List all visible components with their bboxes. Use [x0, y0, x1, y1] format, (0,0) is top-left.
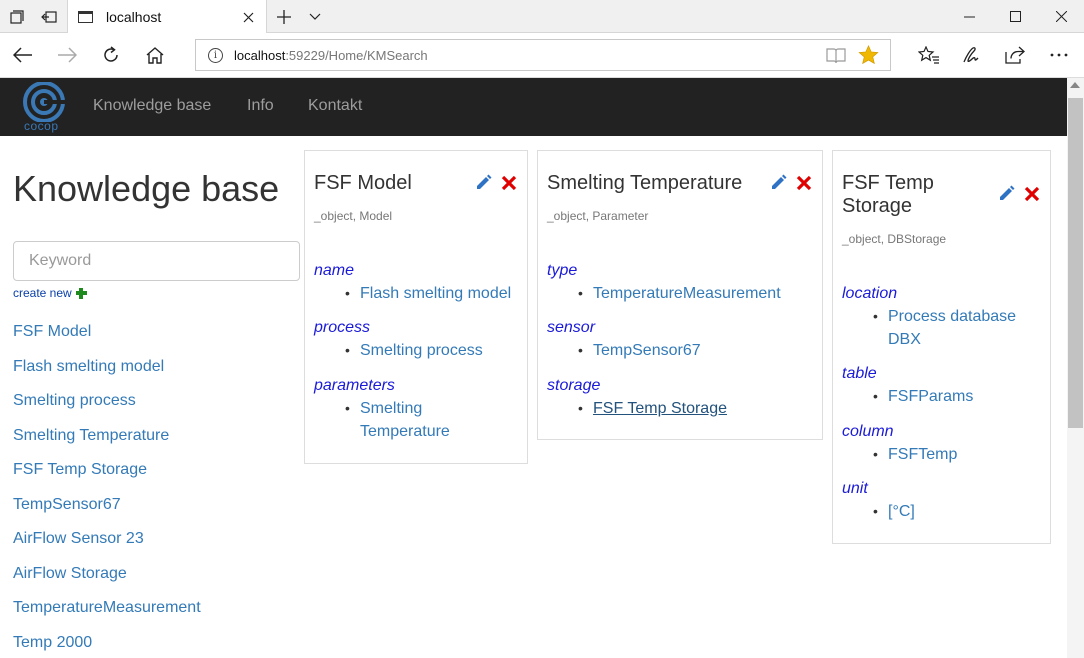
property-value-link[interactable]: FSFParams	[888, 385, 1038, 408]
favorite-star-icon[interactable]	[858, 45, 879, 70]
plus-icon[interactable]	[75, 287, 87, 299]
bullet: •	[345, 342, 350, 358]
bullet: •	[873, 388, 878, 404]
bullet: •	[578, 285, 583, 301]
list-item[interactable]: AirFlow Sensor 23	[13, 529, 201, 564]
property-key: unit	[842, 480, 868, 497]
card-title: Smelting Temperature	[547, 172, 743, 194]
address-bar[interactable]: i localhost:59229/Home/KMSearch	[195, 39, 891, 71]
object-card-fsf-temp-storage: FSF Temp Storage _object, DBStorage loca…	[832, 150, 1051, 544]
property-value-link[interactable]: FSF Temp Storage	[593, 397, 818, 420]
refresh-icon[interactable]	[94, 38, 128, 72]
card-meta: _object, Parameter	[547, 209, 649, 223]
create-new-label: create new	[13, 286, 72, 300]
home-icon[interactable]	[138, 38, 172, 72]
pencil-edit-icon[interactable]	[475, 173, 493, 191]
property-key: location	[842, 285, 898, 302]
tab-title: localhost	[106, 9, 162, 25]
list-item[interactable]: TempSensor67	[13, 495, 201, 530]
property-value-link[interactable]: Process database DBX	[888, 305, 1028, 351]
property-value-link[interactable]: TempSensor67	[593, 339, 818, 362]
nav-info[interactable]: Info	[247, 97, 274, 115]
bullet: •	[345, 285, 350, 301]
tab-localhost[interactable]: localhost	[67, 0, 267, 34]
site-navbar: cocop Knowledge base Info Kontakt	[0, 78, 1067, 136]
pencil-edit-icon[interactable]	[998, 184, 1016, 202]
property-key: storage	[547, 377, 601, 394]
set-tabs-aside-icon[interactable]	[32, 0, 66, 33]
card-meta: _object, DBStorage	[842, 232, 947, 246]
list-item[interactable]: FSF Model	[13, 322, 201, 357]
property-key: parameters	[314, 377, 395, 394]
property-value-link[interactable]: TemperatureMeasurement	[593, 282, 818, 305]
tab-list-icon[interactable]	[0, 0, 34, 33]
bullet: •	[873, 446, 878, 462]
logo-text: cocop	[24, 119, 59, 133]
create-new-link[interactable]: create new	[13, 286, 87, 300]
bullet: •	[345, 400, 350, 416]
property-key: type	[547, 262, 578, 279]
minimize-icon[interactable]	[946, 0, 992, 33]
property-key: process	[314, 319, 371, 336]
property-key: column	[842, 423, 894, 440]
site-info-icon[interactable]: i	[208, 48, 223, 63]
bullet: •	[578, 400, 583, 416]
object-card-fsf-model: FSF Model _object, Model name • Flash sm…	[304, 150, 528, 464]
bullet: •	[873, 308, 878, 324]
browser-toolbar: i localhost:59229/Home/KMSearch	[0, 33, 1084, 78]
bullet: •	[873, 503, 878, 519]
property-value-link[interactable]: [°C]	[888, 500, 1038, 523]
property-key: sensor	[547, 319, 596, 336]
delete-x-icon[interactable]	[796, 175, 812, 191]
knowledge-base-list: FSF Model Flash smelting model Smelting …	[13, 322, 201, 658]
property-value-link[interactable]: Smelting process	[360, 339, 525, 362]
reading-view-icon[interactable]	[826, 47, 846, 69]
property-value-link[interactable]: Flash smelting model	[360, 282, 525, 305]
window-close-icon[interactable]	[1038, 0, 1084, 33]
object-card-smelting-temperature: Smelting Temperature _object, Parameter …	[537, 150, 823, 440]
nav-knowledge-base[interactable]: Knowledge base	[93, 97, 211, 115]
url-host: localhost	[234, 48, 286, 63]
scroll-up-arrow-icon[interactable]	[1070, 82, 1080, 88]
property-key: table	[842, 365, 877, 382]
favorites-hub-icon[interactable]	[912, 38, 946, 72]
page-icon	[78, 11, 93, 23]
list-item[interactable]: TemperatureMeasurement	[13, 598, 201, 633]
list-item[interactable]: FSF Temp Storage	[13, 460, 201, 495]
list-item[interactable]: Smelting Temperature	[13, 426, 201, 461]
tab-preview-chevron-icon[interactable]	[298, 0, 332, 33]
card-meta: _object, Model	[314, 209, 393, 223]
page-title: Knowledge base	[13, 168, 280, 209]
tab-close-icon[interactable]	[240, 9, 256, 25]
back-icon[interactable]	[6, 38, 40, 72]
browser-titlebar: localhost	[0, 0, 1084, 34]
cocop-logo[interactable]: cocop	[22, 81, 68, 134]
maximize-icon[interactable]	[992, 0, 1038, 33]
address-url[interactable]: localhost:59229/Home/KMSearch	[234, 48, 428, 63]
list-item[interactable]: Temp 2000	[13, 633, 201, 658]
bullet: •	[578, 342, 583, 358]
delete-x-icon[interactable]	[1024, 186, 1040, 202]
property-value-link[interactable]: Smelting Temperature	[360, 397, 460, 443]
property-key: name	[314, 262, 355, 279]
list-item[interactable]: AirFlow Storage	[13, 564, 201, 599]
property-value-link[interactable]: FSFTemp	[888, 443, 1038, 466]
delete-x-icon[interactable]	[501, 175, 517, 191]
more-menu-icon[interactable]	[1042, 38, 1076, 72]
new-tab-icon[interactable]	[267, 0, 301, 33]
share-icon[interactable]	[998, 38, 1032, 72]
url-path: :59229/Home/KMSearch	[285, 48, 428, 63]
card-title: FSF Model	[314, 172, 412, 194]
list-item[interactable]: Smelting process	[13, 391, 201, 426]
nav-kontakt[interactable]: Kontakt	[308, 97, 362, 115]
list-item[interactable]: Flash smelting model	[13, 357, 201, 392]
card-title: FSF Temp Storage	[842, 172, 934, 217]
pencil-edit-icon[interactable]	[770, 173, 788, 191]
keyword-search-input[interactable]	[13, 241, 300, 281]
forward-icon[interactable]	[50, 38, 84, 72]
scrollbar-thumb[interactable]	[1068, 98, 1083, 428]
pen-notes-icon[interactable]	[955, 38, 989, 72]
